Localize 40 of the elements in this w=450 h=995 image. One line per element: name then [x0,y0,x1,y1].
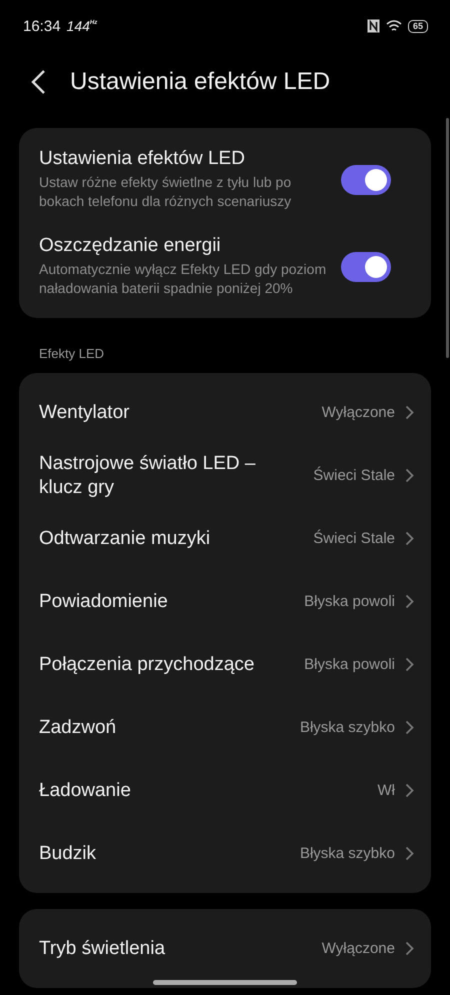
chevron-icon [405,405,414,420]
wifi-icon [386,19,402,33]
effect-value: Błyska powoli [304,656,395,673]
effect-value: Błyska szybko [300,845,395,862]
effect-value: Świeci Stale [313,467,395,484]
effect-label: Odtwarzanie muzyki [39,526,212,550]
effect-value: Wyłączone [322,404,395,421]
effect-label: Tryb świetlenia [39,936,166,960]
toggle-switch[interactable] [341,164,391,194]
chevron-icon [405,594,414,609]
setting-description: Automatycznie wyłącz Efekty LED gdy poziom naładowania baterii spadnie poniżej 20% [39,260,328,298]
chevron-icon [405,941,414,956]
chevron-icon [405,846,414,861]
effect-value: Wł [378,782,395,799]
effect-label: Powiadomienie [39,590,169,614]
effect-value: Błyska powoli [304,593,395,610]
section-label: Efekty LED [38,345,106,363]
chevron-icon [405,783,414,798]
effect-label: Nastrojowe światło LED – klucz gry [39,452,256,500]
battery-level: 65 [408,20,428,32]
effect-label: Ładowanie [39,778,132,802]
effect-value: Świeci Stale [313,530,395,547]
toggle-switch[interactable] [341,252,391,282]
effect-label: Wentylator [39,400,130,424]
effect-label: Zadzwoń [39,716,118,740]
chevron-icon [405,468,414,483]
effect-label: Połączenia przychodzące [39,652,256,676]
setting-title: Ustawienia efektów LED [39,148,246,170]
chevron-icon [405,531,414,546]
chevron-icon [405,657,414,672]
nfc-icon [366,19,380,33]
page-title: Ustawienia efektów LED [70,68,330,96]
setting-title: Oszczędzanie energii [39,235,222,257]
back-button[interactable] [30,69,48,95]
effect-value: Błyska szybko [300,719,395,736]
status-time: 16:34 [23,18,61,34]
chevron-icon [405,720,414,735]
effect-label: Budzik [39,842,98,866]
setting-description: Ustaw różne efekty świetlne z tyłu lub po bokach telefonu dla różnych scenariuszy [39,173,292,211]
effect-value: Wyłączone [322,940,395,957]
